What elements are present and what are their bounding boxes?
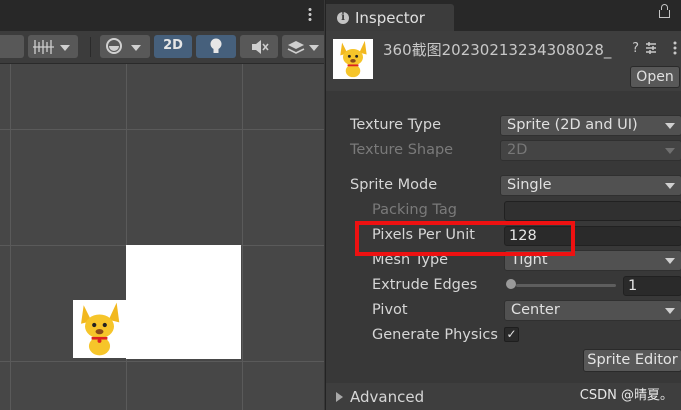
texture-shape-label: Texture Shape	[350, 142, 454, 158]
more-options-icon[interactable]	[308, 7, 312, 21]
asset-thumbnail	[333, 39, 373, 79]
shading-mode-button[interactable]	[0, 35, 24, 58]
texture-type-label: Texture Type	[350, 117, 441, 133]
dog-thumbnail-image	[340, 40, 367, 78]
extrude-edges-slider-track[interactable]	[516, 284, 616, 287]
generate-physics-shape-checkbox[interactable]: ✓	[504, 327, 519, 342]
chevron-right-icon	[336, 392, 343, 402]
help-icon[interactable]: ?	[632, 41, 639, 56]
sprite-mode-dropdown[interactable]: Single	[500, 175, 681, 196]
effects-button[interactable]	[282, 35, 324, 58]
asset-name: 360截图20230213234308028_	[383, 41, 612, 59]
draw-mode-button[interactable]	[100, 35, 150, 58]
chevron-down-icon	[665, 148, 675, 154]
texture-shape-dropdown: 2D	[500, 140, 681, 161]
light-bulb-icon	[210, 38, 222, 53]
scene-tab-bar	[0, 0, 324, 31]
context-menu-icon[interactable]	[673, 41, 677, 55]
chevron-down-icon	[665, 183, 675, 189]
packing-tag-label: Packing Tag	[372, 202, 457, 218]
packing-tag-field[interactable]	[504, 201, 681, 221]
sprite-mode-value: Single	[507, 177, 552, 193]
lock-icon[interactable]	[659, 4, 670, 18]
advanced-label: Advanced	[350, 388, 425, 406]
grid-snap-icon	[33, 40, 54, 54]
sphere-icon	[106, 38, 122, 54]
open-button[interactable]: Open	[630, 66, 680, 88]
gizmo-grid-button[interactable]	[28, 35, 78, 58]
texture-type-value: Sprite (2D and UI)	[507, 117, 638, 133]
pivot-label: Pivot	[372, 302, 408, 318]
chevron-down-icon	[60, 45, 70, 51]
dog-sprite-image	[81, 302, 120, 356]
extrude-edges-slider-handle[interactable]	[506, 279, 516, 289]
watermark: CSDN @晴夏。	[579, 388, 673, 403]
info-icon: i	[337, 12, 349, 24]
inspector-tab-strip: i Inspector	[326, 0, 681, 31]
toolbar-separator	[90, 37, 91, 57]
chevron-down-icon	[665, 258, 675, 264]
audio-toggle[interactable]	[240, 35, 278, 58]
texture-type-dropdown[interactable]: Sprite (2D and UI)	[500, 115, 681, 136]
view-2d-toggle[interactable]: 2D	[154, 35, 192, 58]
presets-icon[interactable]	[644, 41, 658, 55]
checkmark-icon: ✓	[506, 327, 517, 341]
mute-speaker-icon	[252, 40, 269, 54]
highlight-box	[355, 221, 575, 256]
sprite-mode-label: Sprite Mode	[350, 177, 438, 193]
view-2d-label: 2D	[163, 38, 183, 53]
layers-icon	[287, 41, 305, 54]
tab-inspector-label: Inspector	[355, 9, 425, 27]
texture-shape-value: 2D	[507, 142, 528, 158]
white-sprite-quad	[126, 245, 241, 359]
pivot-value: Center	[511, 302, 560, 318]
tab-inspector[interactable]: i Inspector	[326, 4, 454, 31]
extrude-edges-label: Extrude Edges	[372, 277, 478, 293]
sprite-editor-button[interactable]: Sprite Editor	[583, 349, 681, 372]
lighting-toggle[interactable]	[196, 35, 236, 58]
scene-view[interactable]: 2D	[0, 0, 324, 410]
extrude-edges-field[interactable]: 1	[623, 276, 681, 296]
chevron-down-icon	[665, 123, 675, 129]
chevron-down-icon	[309, 45, 319, 51]
pivot-dropdown[interactable]: Center	[504, 300, 681, 321]
generate-physics-shape-label: Generate Physics Shape	[372, 327, 499, 343]
asset-header: 360截图20230213234308028_ ? Open	[326, 31, 681, 91]
chevron-down-icon	[131, 45, 141, 51]
chevron-down-icon	[665, 308, 675, 314]
inspector-panel: i Inspector 360截图20230213234308028_ ? Op…	[325, 0, 681, 410]
dog-sprite-in-scene	[73, 300, 126, 358]
scene-toolbar: 2D	[0, 31, 324, 64]
